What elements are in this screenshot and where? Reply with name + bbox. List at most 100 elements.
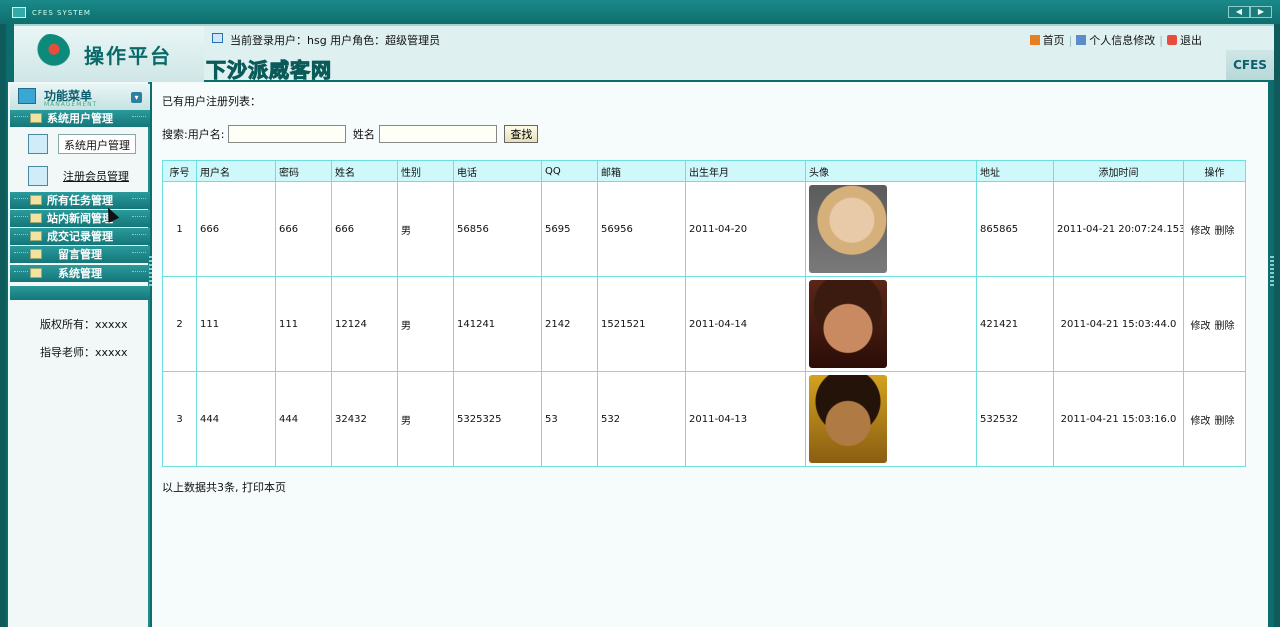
password-cell: 666 bbox=[275, 181, 332, 277]
edit-link[interactable]: 修改 bbox=[1191, 226, 1211, 237]
home-link[interactable]: 首页 bbox=[1026, 32, 1069, 48]
sidebar-item-messages[interactable]: 留言管理 bbox=[10, 246, 150, 263]
teacher-text: 指导老师：xxxxx bbox=[40, 346, 128, 359]
gender-cell: 男 bbox=[397, 371, 454, 467]
phone-cell: 5325325 bbox=[453, 371, 542, 467]
actions-cell: 修改 删除 bbox=[1183, 371, 1246, 467]
submenu-registered-members[interactable]: 注册会员管理 bbox=[10, 162, 150, 190]
sidebar-item-label: 系统用户管理 bbox=[47, 112, 113, 125]
email-cell: 1521521 bbox=[597, 276, 686, 372]
app-title: CFES SYSTEM bbox=[32, 9, 91, 17]
row-number: 2 bbox=[162, 276, 197, 372]
address-cell: 421421 bbox=[976, 276, 1054, 372]
row-number: 3 bbox=[162, 371, 197, 467]
column-header: 性别 bbox=[397, 160, 454, 182]
password-cell: 111 bbox=[275, 276, 332, 372]
name-search-input[interactable] bbox=[378, 125, 497, 143]
sidebar-item-system-users[interactable]: 系统用户管理 bbox=[10, 110, 150, 127]
name-label: 姓名 bbox=[352, 128, 375, 141]
sidebar-item-transactions[interactable]: 成交记录管理 bbox=[10, 228, 150, 245]
dots-decoration bbox=[132, 271, 146, 275]
collapse-icon[interactable]: ▾ bbox=[131, 92, 142, 103]
folder-icon bbox=[30, 213, 42, 223]
username-search-input[interactable] bbox=[228, 125, 347, 143]
column-header: 序号 bbox=[162, 160, 197, 182]
added-time-cell: 2011-04-21 15:03:16.0 bbox=[1053, 371, 1184, 467]
birth-cell: 2011-04-13 bbox=[685, 371, 806, 467]
logo-icon bbox=[30, 34, 70, 72]
column-header: 添加时间 bbox=[1053, 160, 1184, 182]
logout-link[interactable]: 退出 bbox=[1163, 32, 1206, 48]
dots-decoration bbox=[14, 116, 28, 120]
added-time-cell: 2011-04-21 20:07:24.153 bbox=[1053, 181, 1184, 277]
logo-text: 操作平台 bbox=[84, 44, 172, 68]
edit-link[interactable]: 修改 bbox=[1191, 321, 1211, 332]
menu-footer bbox=[10, 286, 150, 300]
menu-subtitle: MANAGEMENT bbox=[44, 101, 98, 108]
column-header: 姓名 bbox=[331, 160, 398, 182]
gender-cell: 男 bbox=[397, 276, 454, 372]
column-header: 电话 bbox=[453, 160, 542, 182]
dots-decoration bbox=[132, 234, 146, 238]
actions-cell: 修改 删除 bbox=[1183, 276, 1246, 372]
birth-cell: 2011-04-20 bbox=[685, 181, 806, 277]
prev-arrow-button[interactable]: ◀ bbox=[1228, 6, 1250, 18]
site-name: 下沙派威客网 bbox=[206, 58, 332, 83]
address-cell: 865865 bbox=[976, 181, 1054, 277]
username-cell: 666 bbox=[196, 181, 276, 277]
sidebar-item-system[interactable]: 系统管理 bbox=[10, 265, 150, 282]
column-header: 出生年月 bbox=[685, 160, 806, 182]
email-cell: 532 bbox=[597, 371, 686, 467]
birth-cell: 2011-04-14 bbox=[685, 276, 806, 372]
sidebar-item-label: 系统管理 bbox=[58, 267, 102, 280]
profile-link[interactable]: 个人信息修改 bbox=[1072, 32, 1159, 48]
delete-link[interactable]: 删除 bbox=[1215, 321, 1235, 332]
gender-cell: 男 bbox=[397, 181, 454, 277]
dots-decoration bbox=[14, 234, 28, 238]
sidebar-item-label: 成交记录管理 bbox=[47, 230, 113, 243]
dots-decoration bbox=[132, 216, 146, 220]
dots-decoration bbox=[14, 252, 28, 256]
delete-link[interactable]: 删除 bbox=[1215, 226, 1235, 237]
avatar bbox=[809, 375, 887, 463]
delete-link[interactable]: 删除 bbox=[1215, 416, 1235, 427]
dots-decoration bbox=[132, 116, 146, 120]
folder-icon bbox=[30, 268, 42, 278]
edit-link[interactable]: 修改 bbox=[1191, 416, 1211, 427]
sidebar-item-site-news[interactable]: 站内新闻管理 bbox=[10, 210, 150, 227]
dots-decoration bbox=[14, 271, 28, 275]
table-row: 2 111 111 12124 男 141241 2142 1521521 20… bbox=[162, 276, 1246, 372]
document-icon bbox=[212, 33, 223, 43]
phone-cell: 56856 bbox=[453, 181, 542, 277]
folder-icon bbox=[30, 231, 42, 241]
user-icon bbox=[28, 134, 48, 154]
column-header: 密码 bbox=[275, 160, 332, 182]
name-cell: 12124 bbox=[331, 276, 398, 372]
page-title: 已有用户注册列表： bbox=[162, 95, 261, 108]
edit-profile-icon bbox=[1076, 35, 1087, 45]
submenu-system-users[interactable]: 系统用户管理 bbox=[10, 130, 150, 158]
submenu-label[interactable]: 注册会员管理 bbox=[58, 166, 134, 186]
next-arrow-button[interactable]: ▶ bbox=[1250, 6, 1272, 18]
added-time-cell: 2011-04-21 15:03:44.0 bbox=[1053, 276, 1184, 372]
phone-cell: 141241 bbox=[453, 276, 542, 372]
copyright-text: 版权所有：xxxxx bbox=[40, 318, 128, 331]
user-icon bbox=[28, 166, 48, 186]
sidebar-item-all-tasks[interactable]: 所有任务管理 bbox=[10, 192, 150, 209]
dots-decoration bbox=[14, 216, 28, 220]
menu-icon bbox=[18, 88, 36, 104]
email-cell: 56956 bbox=[597, 181, 686, 277]
submenu-label[interactable]: 系统用户管理 bbox=[58, 134, 136, 154]
current-user-info: 当前登录用户：hsg 用户角色：超级管理员 bbox=[230, 34, 441, 47]
table-row: 1 666 666 666 男 56856 5695 56956 2011-04… bbox=[162, 181, 1246, 277]
logout-link-label: 退出 bbox=[1180, 34, 1202, 47]
dots-decoration bbox=[132, 252, 146, 256]
users-table: 序号 用户名 密码 姓名 性别 电话 QQ 邮箱 出生年月 头像 地址 添加时间… bbox=[162, 160, 1246, 467]
table-header-row: 序号 用户名 密码 姓名 性别 电话 QQ 邮箱 出生年月 头像 地址 添加时间… bbox=[162, 160, 1246, 182]
name-cell: 32432 bbox=[331, 371, 398, 467]
login-bar: 当前登录用户：hsg 用户角色：超级管理员 首页 | 个人信息修改 | 退出 bbox=[210, 30, 1264, 48]
column-header: 头像 bbox=[805, 160, 977, 182]
column-header: QQ bbox=[541, 160, 598, 182]
search-button[interactable]: 查找 bbox=[504, 125, 539, 143]
splitter-handle[interactable] bbox=[1270, 256, 1274, 286]
